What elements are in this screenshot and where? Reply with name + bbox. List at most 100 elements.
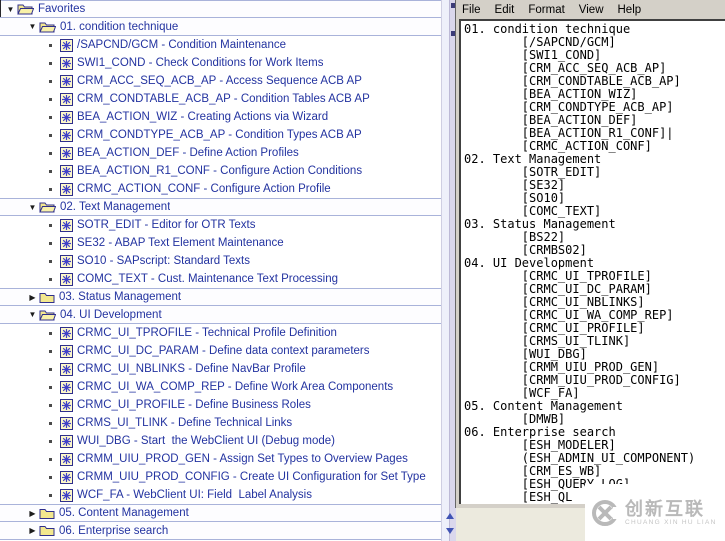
bullet-icon	[49, 277, 52, 281]
tree-item-row[interactable]: SO10 - SAPscript: Standard Texts	[0, 252, 441, 270]
tree-item-row[interactable]: CRMC_UI_TPROFILE - Technical Profile Def…	[0, 324, 441, 342]
folder-label[interactable]: 01. condition technique	[60, 21, 178, 33]
notepad-text-area[interactable]: 01. condition technique [/SAPCND/GCM] [S…	[459, 19, 725, 504]
tree-item-row[interactable]: WCF_FA - WebClient UI: Field Label Analy…	[0, 486, 441, 504]
collapsed-arrow-icon[interactable]: ▶	[26, 509, 39, 518]
transaction-icon	[60, 146, 73, 160]
scroll-up-arrow-icon[interactable]	[446, 513, 454, 519]
watermark-title: 创新互联	[625, 498, 705, 519]
tree-item-row[interactable]: COMC_TEXT - Cust. Maintenance Text Proce…	[0, 270, 441, 288]
item-label[interactable]: /SAPCND/GCM - Condition Maintenance	[77, 39, 286, 51]
item-label[interactable]: CRMC_ACTION_CONF - Configure Action Prof…	[77, 183, 331, 195]
menu-edit[interactable]: Edit	[495, 4, 515, 16]
item-label[interactable]: SO10 - SAPscript: Standard Texts	[77, 255, 250, 267]
bullet-icon	[49, 241, 52, 245]
item-label[interactable]: SWI1_COND - Check Conditions for Work It…	[77, 57, 323, 69]
folder-label[interactable]: 06. Enterprise search	[59, 525, 168, 537]
favorites-tree[interactable]: ▼ Favorites ▼ 01. condition technique/SAPCN…	[0, 0, 441, 541]
expanded-arrow-icon[interactable]: ▼	[26, 22, 39, 31]
folder-label[interactable]: 02. Text Management	[60, 201, 170, 213]
folder-label[interactable]: 04. UI Development	[60, 309, 162, 321]
item-label[interactable]: CRMS_UI_TLINK - Define Technical Links	[77, 417, 292, 429]
menu-format[interactable]: Format	[528, 4, 564, 16]
bullet-icon	[49, 169, 52, 173]
item-label[interactable]: CRM_CONDTABLE_ACB_AP - Condition Tables …	[77, 93, 370, 105]
item-label[interactable]: COMC_TEXT - Cust. Maintenance Text Proce…	[77, 273, 338, 285]
tree-item-row[interactable]: CRMS_UI_TLINK - Define Technical Links	[0, 414, 441, 432]
item-label[interactable]: CRMM_UIU_PROD_CONFIG - Create UI Configu…	[77, 471, 426, 483]
folder-label[interactable]: 05. Content Management	[59, 507, 189, 519]
tree-item-row[interactable]: WUI_DBG - Start the WebClient UI (Debug …	[0, 432, 441, 450]
item-label[interactable]: CRMC_UI_PROFILE - Define Business Roles	[77, 399, 311, 411]
menu-view[interactable]: View	[579, 4, 604, 16]
tree-item-row[interactable]: CRM_CONDTABLE_ACB_AP - Condition Tables …	[0, 90, 441, 108]
transaction-icon	[60, 434, 73, 448]
open-folder-icon	[39, 310, 56, 320]
bullet-icon	[49, 61, 52, 65]
transaction-icon	[60, 74, 73, 88]
tree-item-row[interactable]: CRMM_UIU_PROD_CONFIG - Create UI Configu…	[0, 468, 441, 486]
tree-folder-row[interactable]: ▼ 02. Text Management	[0, 198, 441, 216]
tree-item-row[interactable]: SOTR_EDIT - Editor for OTR Texts	[0, 216, 441, 234]
item-label[interactable]: CRM_CONDTYPE_ACB_AP - Condition Types AC…	[77, 129, 362, 141]
tree-item-row[interactable]: BEA_ACTION_WIZ - Creating Actions via Wi…	[0, 108, 441, 126]
item-label[interactable]: BEA_ACTION_R1_CONF - Configure Action Co…	[77, 165, 362, 177]
transaction-icon	[60, 56, 73, 70]
tree-item-row[interactable]: CRM_CONDTYPE_ACB_AP - Condition Types AC…	[0, 126, 441, 144]
item-label[interactable]: BEA_ACTION_WIZ - Creating Actions via Wi…	[77, 111, 328, 123]
expanded-arrow-icon[interactable]: ▼	[26, 203, 39, 212]
collapsed-arrow-icon[interactable]: ▶	[26, 293, 39, 302]
transaction-icon	[60, 362, 73, 376]
bullet-icon	[49, 385, 52, 389]
item-label[interactable]: CRMC_UI_NBLINKS - Define NavBar Profile	[77, 363, 306, 375]
item-label[interactable]: SE32 - ABAP Text Element Maintenance	[77, 237, 284, 249]
bullet-icon	[49, 403, 52, 407]
item-label[interactable]: BEA_ACTION_DEF - Define Action Profiles	[77, 147, 299, 159]
tree-folder-row[interactable]: ▶ 05. Content Management	[0, 504, 441, 522]
tree-item-row[interactable]: CRMC_UI_PROFILE - Define Business Roles	[0, 396, 441, 414]
tree-folder-row[interactable]: ▼ Favorites	[0, 0, 441, 18]
tree-item-row[interactable]: SE32 - ABAP Text Element Maintenance	[0, 234, 441, 252]
tree-item-row[interactable]: CRMC_ACTION_CONF - Configure Action Prof…	[0, 180, 441, 198]
open-folder-icon	[39, 22, 56, 32]
tree-item-row[interactable]: BEA_ACTION_DEF - Define Action Profiles	[0, 144, 441, 162]
tree-item-row[interactable]: CRMC_UI_DC_PARAM - Define data context p…	[0, 342, 441, 360]
folder-label[interactable]: 03. Status Management	[59, 291, 181, 303]
scroll-down-arrow-icon[interactable]	[446, 528, 454, 534]
transaction-icon	[60, 488, 73, 502]
tree-item-row[interactable]: BEA_ACTION_R1_CONF - Configure Action Co…	[0, 162, 441, 180]
transaction-icon	[60, 470, 73, 484]
open-folder-icon	[17, 4, 34, 15]
item-label[interactable]: CRMC_UI_WA_COMP_REP - Define Work Area C…	[77, 381, 393, 393]
item-label[interactable]: CRMC_UI_TPROFILE - Technical Profile Def…	[77, 327, 337, 339]
item-label[interactable]: CRMM_UIU_PROD_GEN - Assign Set Types to …	[77, 453, 408, 465]
collapsed-arrow-icon[interactable]: ▶	[26, 526, 39, 535]
item-label[interactable]: CRM_ACC_SEQ_ACB_AP - Access Sequence ACB…	[77, 75, 362, 87]
notepad-menubar: File Edit Format View Help	[456, 0, 725, 19]
bullet-icon	[49, 223, 52, 227]
item-label[interactable]: SOTR_EDIT - Editor for OTR Texts	[77, 219, 256, 231]
transaction-icon	[60, 452, 73, 466]
item-label[interactable]: WUI_DBG - Start the WebClient UI (Debug …	[77, 435, 335, 447]
tree-item-row[interactable]: /SAPCND/GCM - Condition Maintenance	[0, 36, 441, 54]
bullet-icon	[49, 493, 52, 497]
folder-label[interactable]: Favorites	[38, 3, 85, 15]
item-label[interactable]: WCF_FA - WebClient UI: Field Label Analy…	[77, 489, 312, 501]
item-label[interactable]: CRMC_UI_DC_PARAM - Define data context p…	[77, 345, 370, 357]
tree-item-row[interactable]: CRMC_UI_NBLINKS - Define NavBar Profile	[0, 360, 441, 378]
bullet-icon	[49, 367, 52, 371]
tree-folder-row[interactable]: ▶ 03. Status Management	[0, 288, 441, 306]
tree-folder-row[interactable]: ▶ 06. Enterprise search	[0, 522, 441, 540]
tree-item-row[interactable]: CRM_ACC_SEQ_ACB_AP - Access Sequence ACB…	[0, 72, 441, 90]
tree-item-row[interactable]: SWI1_COND - Check Conditions for Work It…	[0, 54, 441, 72]
tree-folder-row[interactable]: ▼ 04. UI Development	[0, 306, 441, 324]
expanded-arrow-icon[interactable]: ▼	[4, 5, 17, 14]
expanded-arrow-icon[interactable]: ▼	[26, 310, 39, 319]
watermark-logo-icon	[592, 499, 619, 526]
tree-item-row[interactable]: CRMC_UI_WA_COMP_REP - Define Work Area C…	[0, 378, 441, 396]
tree-folder-row[interactable]: ▼ 01. condition technique	[0, 18, 441, 36]
menu-file[interactable]: File	[462, 4, 481, 16]
transaction-icon	[60, 272, 73, 286]
tree-item-row[interactable]: CRMM_UIU_PROD_GEN - Assign Set Types to …	[0, 450, 441, 468]
menu-help[interactable]: Help	[618, 4, 642, 16]
